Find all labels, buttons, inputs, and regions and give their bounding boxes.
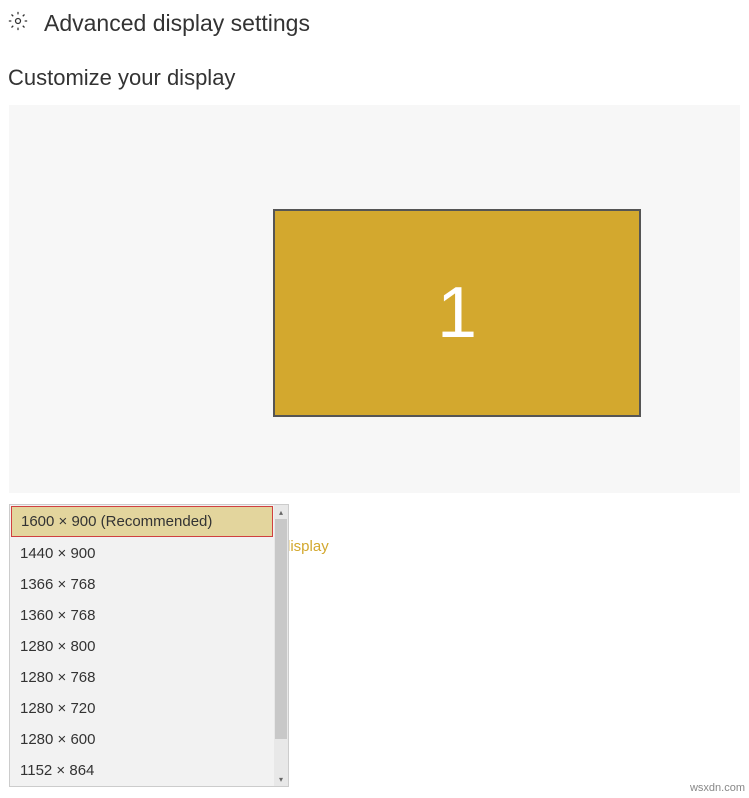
page-header: Advanced display settings (0, 0, 749, 47)
display-preview-area: 1 (9, 105, 740, 493)
gear-icon (8, 11, 28, 36)
dropdown-scrollbar[interactable]: ▴ ▾ (274, 505, 288, 786)
resolution-dropdown-open: 1600 × 900 (Recommended) 1440 × 900 1366… (9, 504, 289, 787)
customize-subtitle: Customize your display (0, 47, 749, 105)
resolution-option[interactable]: 1366 × 768 (10, 569, 274, 600)
resolution-option[interactable]: 1600 × 900 (Recommended) (11, 506, 273, 537)
scroll-up-arrow[interactable]: ▴ (274, 505, 288, 519)
resolution-option[interactable]: 1360 × 768 (10, 600, 274, 631)
monitor-preview[interactable]: 1 (273, 209, 641, 417)
page-title: Advanced display settings (44, 10, 310, 37)
resolution-option[interactable]: 1280 × 600 (10, 724, 274, 755)
scroll-down-arrow[interactable]: ▾ (274, 772, 288, 786)
resolution-option[interactable]: 1280 × 800 (10, 631, 274, 662)
display-link-partial[interactable]: display (282, 538, 329, 555)
resolution-option[interactable]: 1280 × 768 (10, 662, 274, 693)
scroll-thumb[interactable] (275, 519, 287, 739)
resolution-option[interactable]: 1280 × 720 (10, 693, 274, 724)
watermark: wsxdn.com (690, 782, 745, 794)
scroll-track[interactable] (274, 519, 288, 772)
resolution-option[interactable]: 1440 × 900 (10, 538, 274, 569)
resolution-option[interactable]: 1152 × 864 (10, 755, 274, 786)
monitor-number: 1 (437, 272, 477, 354)
resolution-list: 1600 × 900 (Recommended) 1440 × 900 1366… (10, 505, 274, 786)
